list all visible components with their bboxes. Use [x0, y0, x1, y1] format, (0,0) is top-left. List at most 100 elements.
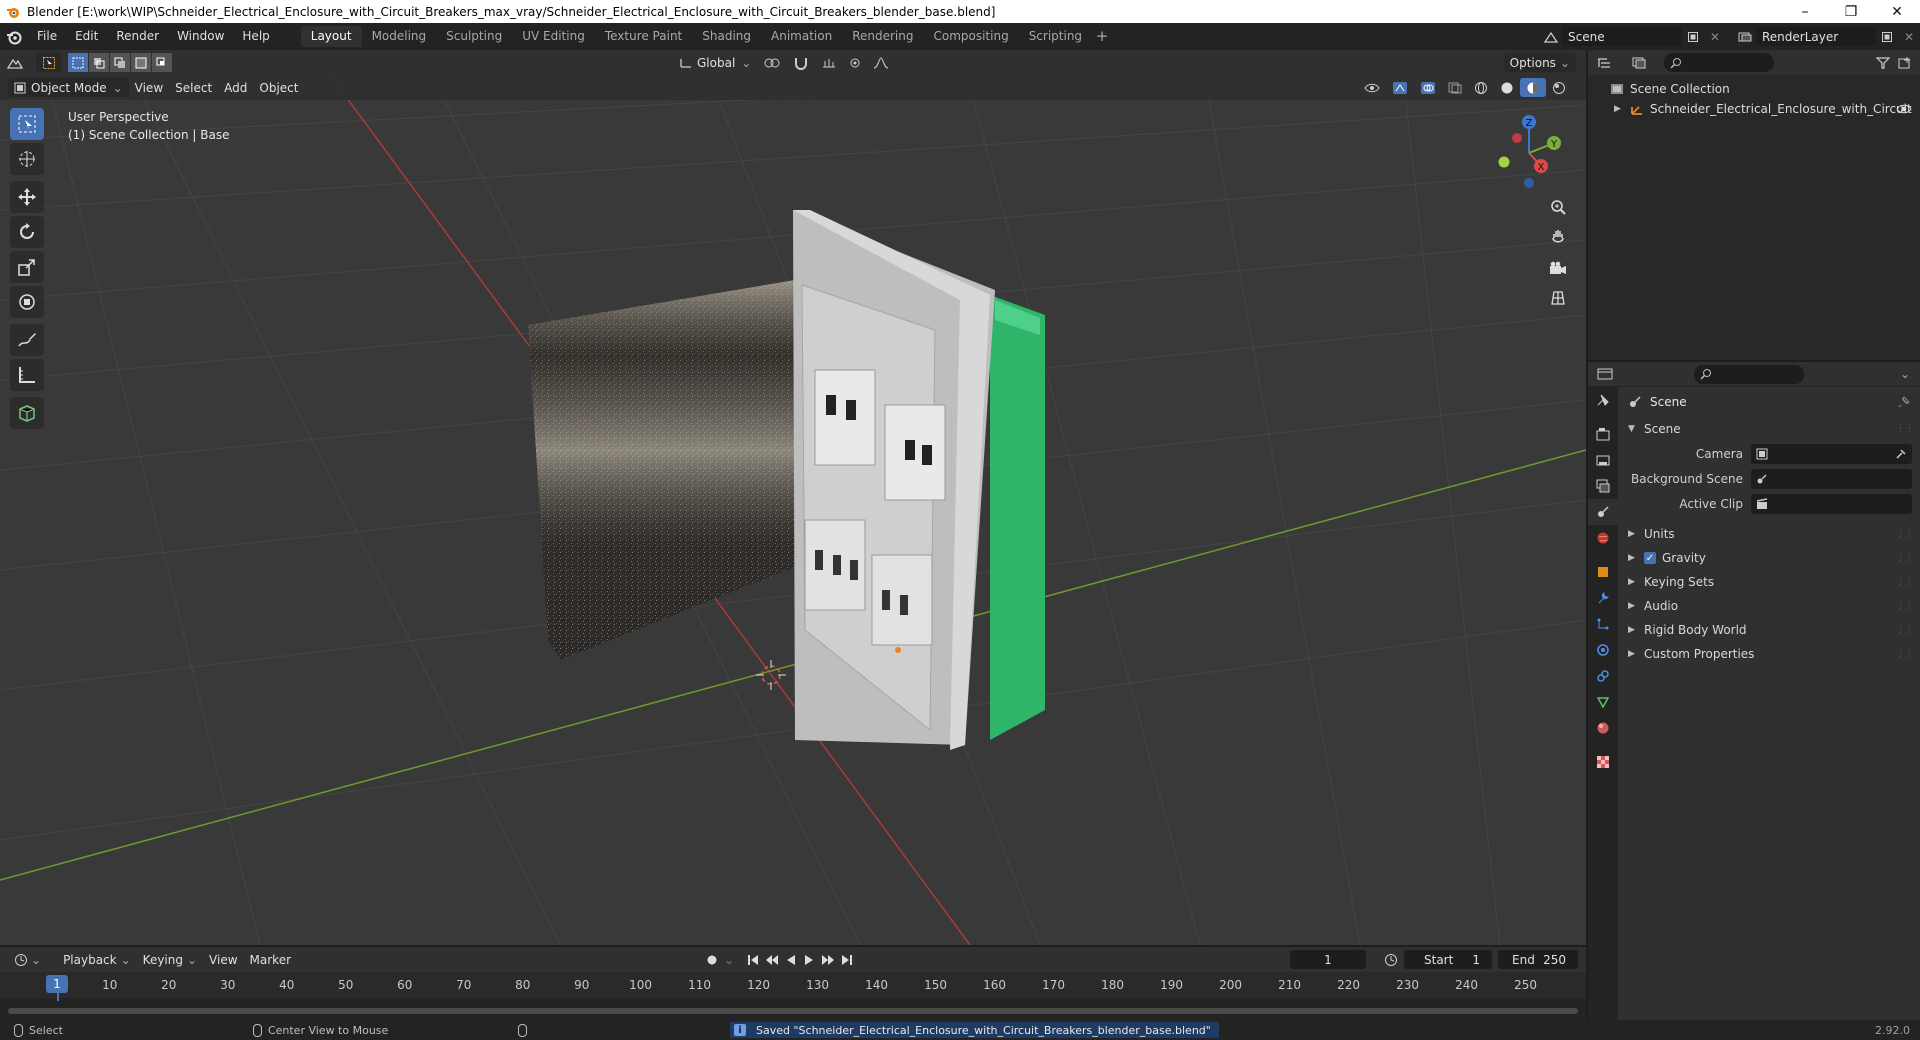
delete-scene-icon[interactable]: ✕	[1704, 27, 1726, 46]
close-button[interactable]: ✕	[1874, 0, 1920, 23]
view-layer-browse-icon[interactable]	[1734, 27, 1756, 46]
navigation-gizmo[interactable]: Z Y X	[1486, 110, 1572, 196]
scene-tab[interactable]	[1588, 499, 1618, 525]
editor-type-icon[interactable]	[0, 53, 30, 72]
transform-orientation-dropdown[interactable]: Global ⌄	[673, 53, 757, 72]
drag-grip-icon[interactable]: ⋮⋮	[1896, 577, 1914, 587]
object-tab[interactable]	[1588, 559, 1618, 585]
audio-panel-header[interactable]: ▶ Audio ⋮⋮	[1618, 594, 1920, 618]
tab-rendering[interactable]: Rendering	[842, 26, 923, 47]
background-scene-field[interactable]	[1751, 468, 1912, 489]
select-extend-icon[interactable]	[89, 53, 109, 72]
preview-range-icon[interactable]	[1378, 950, 1404, 969]
properties-search-input[interactable]	[1694, 364, 1804, 384]
tab-sculpting[interactable]: Sculpting	[436, 26, 512, 47]
add-cube-tool[interactable]	[10, 397, 44, 429]
units-panel-header[interactable]: ▶ Units ⋮⋮	[1618, 522, 1920, 546]
outliner-item[interactable]: ▶ Schneider_Electrical_Enclosure_with_Ci…	[1588, 99, 1920, 119]
jump-end-icon[interactable]	[838, 950, 856, 969]
drag-grip-icon[interactable]: ⋮⋮	[1896, 649, 1914, 659]
texture-tab[interactable]	[1588, 749, 1618, 775]
gravity-panel-header[interactable]: ▶ ✓ Gravity ⋮⋮	[1618, 546, 1920, 570]
display-mode-icon[interactable]	[1628, 53, 1650, 72]
minimize-button[interactable]: –	[1782, 0, 1828, 23]
current-frame-indicator[interactable]: 1	[46, 975, 68, 993]
visibility-eye-icon[interactable]	[1896, 103, 1912, 115]
snap-target-icon[interactable]	[815, 53, 843, 72]
jump-keyframe-back-icon[interactable]	[762, 950, 782, 969]
outliner-search-input[interactable]	[1664, 53, 1774, 72]
select-box-tool[interactable]	[10, 108, 44, 140]
saved-notification[interactable]: i Saved "Schneider_Electrical_Enclosure_…	[730, 1022, 1219, 1038]
new-view-layer-icon[interactable]	[1876, 27, 1898, 46]
viewport-menu-select[interactable]: Select	[169, 78, 218, 97]
transform-tool[interactable]	[10, 286, 44, 318]
start-frame-field[interactable]: Start 1	[1404, 950, 1492, 969]
snap-icon[interactable]	[787, 53, 815, 72]
shading-material-icon[interactable]	[1520, 78, 1546, 97]
drag-grip-icon[interactable]: ⋮⋮	[1896, 529, 1914, 539]
keying-sets-panel-header[interactable]: ▶ Keying Sets ⋮⋮	[1618, 570, 1920, 594]
scene-browse-icon[interactable]	[1540, 27, 1562, 46]
tab-animation[interactable]: Animation	[761, 26, 842, 47]
menu-window[interactable]: Window	[168, 23, 233, 50]
scale-tool[interactable]	[10, 251, 44, 283]
options-dropdown[interactable]: Options ⌄	[1503, 53, 1576, 72]
annotate-tool[interactable]	[10, 324, 44, 356]
particles-tab[interactable]	[1588, 611, 1618, 637]
move-tool[interactable]	[10, 181, 44, 213]
current-frame-field[interactable]: 1	[1290, 950, 1366, 969]
blender-menu-icon[interactable]	[0, 23, 28, 50]
drag-grip-icon[interactable]: ⋮⋮	[1896, 625, 1914, 635]
timeline-menu-marker[interactable]: Marker	[244, 950, 297, 969]
play-reverse-icon[interactable]	[782, 950, 800, 969]
shading-wireframe-icon[interactable]	[1468, 78, 1494, 97]
object-data-tab[interactable]	[1588, 689, 1618, 715]
tab-shading[interactable]: Shading	[692, 26, 761, 47]
tool-select-dropdown[interactable]	[36, 53, 62, 72]
active-clip-field[interactable]	[1751, 493, 1912, 514]
view-layer-field[interactable]: RenderLayer	[1756, 27, 1876, 46]
tool-settings-tab[interactable]	[1588, 387, 1618, 413]
tab-texture-paint[interactable]: Texture Paint	[595, 26, 692, 47]
outliner-filter-icon[interactable]	[1872, 53, 1894, 72]
expand-arrow-icon[interactable]: ▶	[1614, 104, 1624, 114]
tab-uv-editing[interactable]: UV Editing	[512, 26, 595, 47]
tab-scripting[interactable]: Scripting	[1019, 26, 1092, 47]
select-invert-icon[interactable]	[131, 53, 151, 72]
modifiers-tab[interactable]	[1588, 585, 1618, 611]
custom-properties-panel-header[interactable]: ▶ Custom Properties ⋮⋮	[1618, 642, 1920, 666]
shading-solid-icon[interactable]	[1494, 78, 1520, 97]
pan-view-icon[interactable]	[1544, 223, 1572, 251]
maximize-button[interactable]: ❐	[1828, 0, 1874, 23]
overlays-toggle-icon[interactable]	[1414, 78, 1442, 97]
world-tab[interactable]	[1588, 525, 1618, 551]
jump-start-icon[interactable]	[744, 950, 762, 969]
measure-tool[interactable]	[10, 359, 44, 391]
constraints-tab[interactable]	[1588, 663, 1618, 689]
3d-viewport[interactable]: Global ⌄ Options ⌄ Object Mode ⌄ View Se…	[0, 50, 1586, 945]
select-subtract-icon[interactable]	[110, 53, 130, 72]
menu-file[interactable]: File	[28, 23, 66, 50]
visibility-icon[interactable]	[1358, 78, 1386, 97]
jump-keyframe-forward-icon[interactable]	[818, 950, 838, 969]
tab-compositing[interactable]: Compositing	[923, 26, 1018, 47]
proportional-falloff-icon[interactable]	[867, 53, 895, 72]
add-workspace-button[interactable]: +	[1092, 26, 1112, 47]
select-new-icon[interactable]	[68, 53, 88, 72]
new-scene-icon[interactable]	[1682, 27, 1704, 46]
rigid-body-world-panel-header[interactable]: ▶ Rigid Body World ⋮⋮	[1618, 618, 1920, 642]
render-tab[interactable]	[1588, 421, 1618, 447]
menu-edit[interactable]: Edit	[66, 23, 107, 50]
timeline-editor-type-icon[interactable]: ⌄	[8, 950, 47, 969]
rotate-tool[interactable]	[10, 216, 44, 248]
record-icon[interactable]	[700, 950, 724, 969]
drag-grip-icon[interactable]: ⋮⋮	[1896, 553, 1914, 563]
proportional-edit-icon[interactable]	[843, 53, 867, 72]
output-tab[interactable]	[1588, 447, 1618, 473]
object-mode-dropdown[interactable]: Object Mode ⌄	[8, 78, 129, 97]
timeline-menu-view[interactable]: View	[203, 950, 243, 969]
camera-field[interactable]	[1751, 443, 1912, 464]
end-frame-field[interactable]: End 250	[1498, 950, 1578, 969]
menu-help[interactable]: Help	[233, 23, 278, 50]
